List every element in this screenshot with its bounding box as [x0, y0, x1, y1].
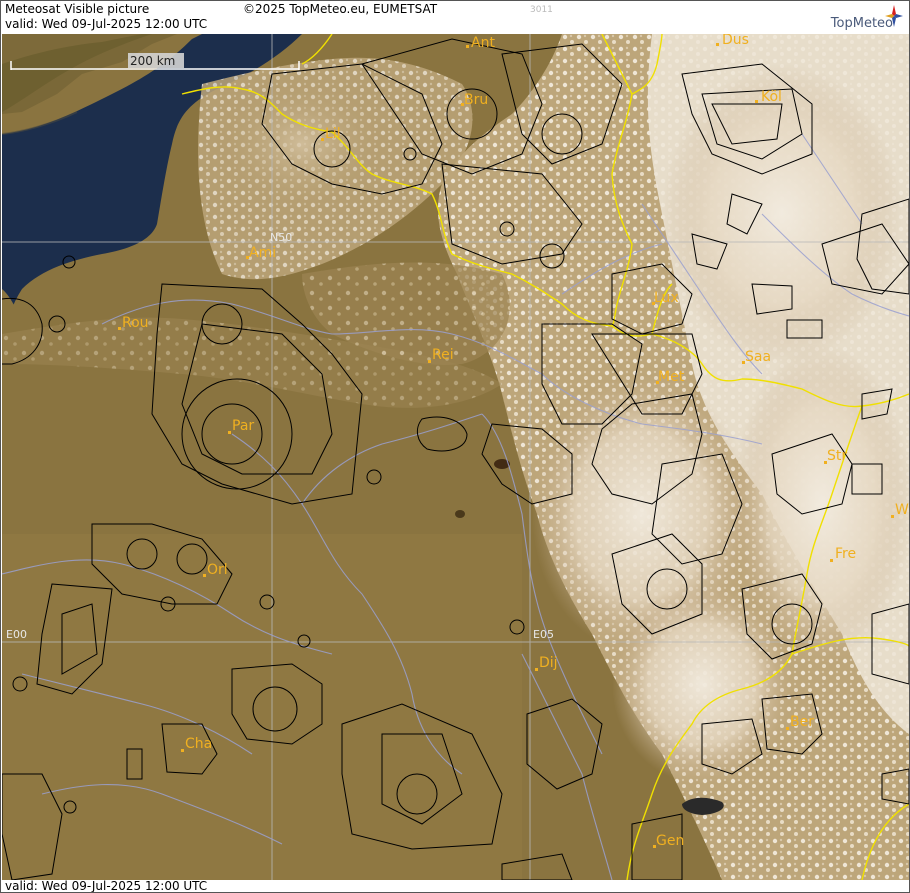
city-geneva[interactable]: Gen	[656, 833, 684, 849]
city-orleans[interactable]: Orl	[207, 562, 228, 578]
city-lille[interactable]: Lil	[325, 126, 341, 142]
image-title: Meteosat Visible picture	[5, 2, 150, 16]
valid-time-footer: valid: Wed 09-Jul-2025 12:00 UTC	[5, 879, 208, 893]
city-strasbourg[interactable]: Str	[827, 448, 847, 464]
grid-label-e00: E00	[6, 628, 27, 641]
city-dusseldorf[interactable]: Dus	[722, 32, 749, 48]
footer-bar: valid: Wed 09-Jul-2025 12:00 UTC	[1, 879, 909, 893]
header-bar: Meteosat Visible picture valid: Wed 09-J…	[1, 1, 909, 34]
city-koln[interactable]: Köl	[761, 89, 782, 105]
scale-label: 200 km	[130, 54, 175, 68]
city-bern[interactable]: Ber	[790, 714, 814, 730]
grid-label-n50: N50	[270, 231, 292, 244]
grid-label-e05: E05	[533, 628, 554, 641]
map-frame: Meteosat Visible picture valid: Wed 09-J…	[0, 0, 910, 893]
city-reims[interactable]: Rei	[432, 347, 454, 363]
compass-star-icon	[885, 5, 903, 27]
satellite-map[interactable]: 200 km N50 E00 E05 Ant Dus Bru Köl Lil A…	[1, 32, 909, 881]
city-luxembourg[interactable]: Lux	[654, 290, 679, 306]
city-brussels[interactable]: Bru	[464, 92, 488, 108]
city-saarbrucken[interactable]: Saa	[745, 349, 771, 365]
city-rouen[interactable]: Rou	[122, 315, 149, 331]
city-chateauroux[interactable]: Cha	[185, 736, 212, 752]
city-antwerp[interactable]: Ant	[471, 35, 495, 51]
product-code: 3011	[530, 5, 553, 15]
copyright-text: ©2025 TopMeteo.eu, EUMETSAT	[243, 2, 438, 16]
city-wi[interactable]: Wi	[895, 502, 909, 518]
city-paris[interactable]: Par	[232, 418, 254, 434]
city-metz[interactable]: Met	[658, 369, 685, 385]
city-freiburg[interactable]: Fre	[835, 546, 856, 562]
city-amiens[interactable]: Ami	[249, 245, 276, 261]
valid-time-header: valid: Wed 09-Jul-2025 12:00 UTC	[5, 17, 208, 31]
map-canvas: 200 km N50 E00 E05 Ant Dus Bru Köl Lil A…	[1, 32, 909, 881]
city-dijon[interactable]: Dij	[539, 655, 558, 671]
